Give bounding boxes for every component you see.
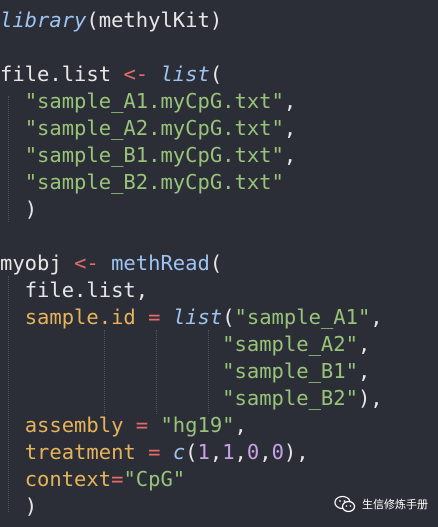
function-name: methRead	[111, 251, 210, 275]
code-line: file.list <- list(	[0, 61, 222, 88]
comma: ,	[234, 440, 247, 464]
string-literal: "CpG"	[123, 467, 186, 491]
parameter-name: sample.id	[24, 305, 136, 329]
paren: (	[185, 440, 198, 464]
code-line: "sample_B2.myCpG.txt"	[0, 169, 284, 196]
equals-operator: =	[135, 413, 149, 437]
code-line: myobj <- methRead(	[0, 250, 222, 277]
watermark: 生信修炼手册	[334, 495, 428, 513]
comma: ,	[283, 143, 297, 167]
code-line: "sample_A1.myCpG.txt",	[0, 88, 297, 115]
assign-operator: <-	[74, 251, 99, 275]
comma: ,	[283, 89, 297, 113]
comma: ,	[234, 413, 247, 437]
string-literal: "sample_B1"	[222, 359, 358, 383]
equals-operator: =	[148, 305, 161, 329]
code-line: "sample_A2",	[0, 331, 370, 358]
code-line: "sample_B2"),	[0, 385, 383, 412]
code-editor[interactable]: library(methylKit) file.list <- list( "s…	[0, 0, 438, 527]
code-line: library(methylKit)	[0, 7, 222, 34]
function-name: list	[160, 62, 210, 86]
string-literal: "sample_B2.myCpG.txt"	[24, 170, 284, 194]
code-line: )	[0, 493, 37, 520]
code-line: treatment = c(1,1,0,0),	[0, 439, 309, 466]
parameter-name: context	[24, 467, 112, 491]
comma: ,	[357, 332, 371, 356]
equals-operator: =	[148, 440, 161, 464]
code-line: )	[0, 196, 37, 223]
paren: ),	[357, 386, 383, 410]
code-line: assembly = "hg19",	[0, 412, 247, 439]
string-literal: "sample_B1.myCpG.txt"	[24, 143, 284, 167]
code-line: "sample_B1",	[0, 358, 370, 385]
paren: ),	[283, 440, 309, 464]
equals-operator: =	[111, 467, 124, 491]
string-literal: "sample_A2"	[222, 332, 358, 356]
comma: ,	[259, 440, 272, 464]
paren: (	[209, 62, 223, 86]
assign-operator: <-	[123, 62, 149, 86]
number-literal: 1	[222, 440, 235, 464]
code-line: file.list,	[0, 277, 148, 304]
number-literal: 0	[271, 440, 284, 464]
comma: ,	[209, 440, 223, 464]
string-literal: "sample_A1"	[234, 305, 371, 329]
comma: ,	[357, 359, 371, 383]
number-literal: 1	[197, 440, 210, 464]
comma: ,	[283, 116, 297, 140]
number-literal: 0	[246, 440, 260, 464]
paren: (	[209, 251, 223, 275]
parameter-name: treatment	[24, 440, 136, 464]
paren: )	[24, 197, 38, 221]
string-literal: "sample_B2"	[222, 386, 358, 410]
watermark-text: 生信修炼手册	[362, 498, 428, 511]
string-literal: "sample_A2.myCpG.txt"	[24, 116, 284, 140]
paren: (	[222, 305, 235, 329]
string-literal: "sample_A1.myCpG.txt"	[24, 89, 284, 113]
variable-name: myobj	[0, 251, 62, 275]
parameter-name: assembly	[24, 413, 124, 437]
comma: ,	[370, 305, 383, 329]
code-text: (methylKit)	[86, 8, 223, 32]
function-name: library	[0, 8, 87, 32]
argument-value: file.list,	[24, 278, 149, 302]
code-line: "sample_B1.myCpG.txt",	[0, 142, 297, 169]
code-line: context="CpG"	[0, 466, 185, 493]
function-name: list	[172, 305, 223, 329]
paren: )	[24, 494, 38, 518]
function-name: c	[172, 440, 186, 464]
code-line: sample.id = list("sample_A1",	[0, 304, 383, 331]
string-literal: "hg19"	[160, 413, 235, 437]
code-line: "sample_A2.myCpG.txt",	[0, 115, 297, 142]
wechat-icon	[334, 495, 356, 513]
variable-name: file.list	[0, 62, 112, 86]
